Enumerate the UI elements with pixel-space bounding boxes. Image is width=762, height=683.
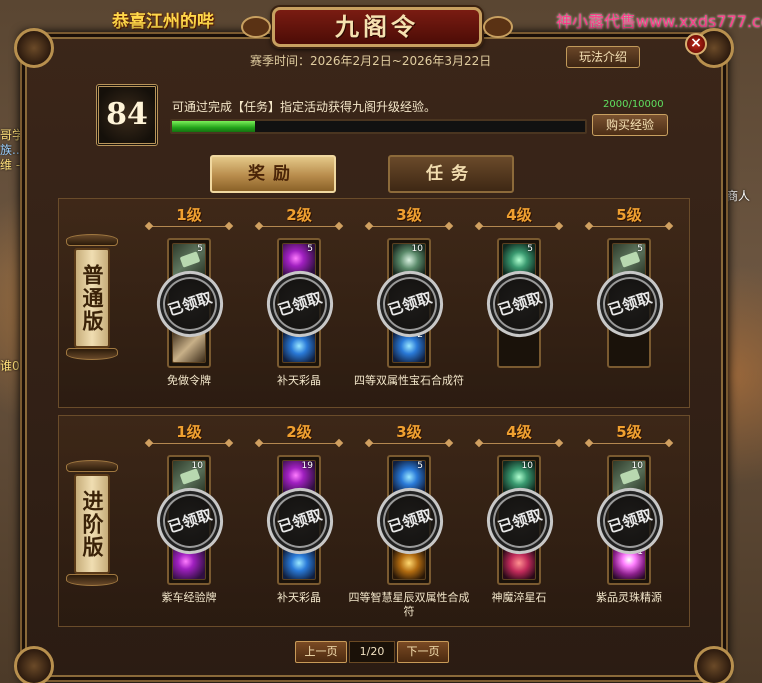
item-count: 10 xyxy=(521,461,533,471)
reward-item-stack[interactable]: 5 已领取 xyxy=(588,238,672,368)
pass-level-badge: 84 xyxy=(96,84,158,146)
prev-page-button[interactable]: 上一页 xyxy=(295,641,347,663)
reward-item-stack[interactable]: 10 已领取 xyxy=(148,455,232,585)
lantern-cap xyxy=(66,460,118,472)
season-time: 赛季时间：2026年2月2日~2026年3月22日 xyxy=(250,54,492,68)
reward-item-name: 补天彩晶 xyxy=(277,591,321,604)
level-label: 2级 xyxy=(286,206,312,224)
level-label: 3级 xyxy=(396,206,422,224)
item-count: 10 xyxy=(631,461,643,471)
reward-item-stack[interactable]: 5 已领取 xyxy=(368,455,452,585)
next-page-button[interactable]: 下一页 xyxy=(397,641,449,663)
title-ornament xyxy=(241,16,271,38)
reward-item-name: 紫车经验牌 xyxy=(161,591,217,604)
close-button[interactable]: × xyxy=(685,33,707,55)
item-count: 5 xyxy=(307,244,313,254)
reward-item-name: 紫品灵珠精源 xyxy=(596,591,662,604)
normal-tier-lantern: 普通版 xyxy=(66,234,118,364)
level-label: 2级 xyxy=(286,423,312,441)
level-label: 3级 xyxy=(396,423,422,441)
level-divider xyxy=(589,226,669,234)
tab-rewards[interactable]: 奖励 xyxy=(210,155,336,193)
level-divider xyxy=(149,226,229,234)
reward-item-stack[interactable]: 19 已领取 xyxy=(258,455,342,585)
level-label: 1级 xyxy=(176,423,202,441)
corner-ornament xyxy=(14,28,54,68)
window-title-text: 九阁令 xyxy=(335,13,419,41)
level-label: 1级 xyxy=(176,206,202,224)
reward-item-stack[interactable]: 101已领取 xyxy=(588,455,672,585)
level-divider xyxy=(149,443,229,451)
exp-progress-fill xyxy=(172,121,255,132)
tab-tasks[interactable]: 任务 xyxy=(388,155,514,193)
exp-counter: 2000/10000 xyxy=(603,99,664,110)
reward-item-name: 免做令牌 xyxy=(167,374,211,387)
reward-item-stack[interactable]: 102已领取 xyxy=(368,238,452,368)
advanced-tier-label: 进阶版 xyxy=(74,474,110,574)
reward-item-name: 四等双属性宝石合成符 xyxy=(354,374,464,387)
lantern-base xyxy=(66,574,118,586)
reward-item-name: 补天彩晶 xyxy=(277,374,321,387)
advanced-tier-lantern: 进阶版 xyxy=(66,460,118,590)
level-divider xyxy=(369,443,449,451)
title-ornament xyxy=(483,16,513,38)
rules-button[interactable]: 玩法介绍 xyxy=(566,46,640,68)
page-indicator: 1/20 xyxy=(349,641,395,663)
reward-item-name: 神魔淬星石 xyxy=(491,591,547,604)
corner-ornament xyxy=(694,646,734,683)
level-label: 5级 xyxy=(616,206,642,224)
item-count: 5 xyxy=(417,461,423,471)
watermark-text: 神小露代售www.xxds777.com xyxy=(556,12,762,31)
reward-item-stack[interactable]: 5 已领取 xyxy=(148,238,232,368)
level-divider xyxy=(369,226,449,234)
corner-ornament xyxy=(14,646,54,683)
exp-description: 可通过完成【任务】指定活动获得九阁升级经验。 xyxy=(172,100,437,114)
buy-exp-button[interactable]: 购买经验 xyxy=(592,114,668,136)
level-divider xyxy=(589,443,669,451)
item-count: 5 xyxy=(637,244,643,254)
exp-progress-bar xyxy=(170,119,587,134)
reward-item-name: 四等智慧星辰双属性合成符 xyxy=(348,591,470,618)
level-divider xyxy=(259,226,339,234)
reward-item-stack[interactable]: 5 已领取 xyxy=(478,238,562,368)
item-count: 5 xyxy=(197,244,203,254)
lantern-cap xyxy=(66,234,118,246)
level-divider xyxy=(479,443,559,451)
close-icon: × xyxy=(690,35,702,51)
level-label: 4级 xyxy=(506,423,532,441)
reward-item-stack[interactable]: 10 已领取 xyxy=(478,455,562,585)
item-count: 10 xyxy=(191,461,203,471)
level-divider xyxy=(259,443,339,451)
reward-item-stack[interactable]: 5 已领取 xyxy=(258,238,342,368)
level-divider xyxy=(479,226,559,234)
level-label: 4级 xyxy=(506,206,532,224)
normal-tier-label: 普通版 xyxy=(74,248,110,348)
item-count: 5 xyxy=(527,244,533,254)
lantern-base xyxy=(66,348,118,360)
item-count: 19 xyxy=(301,461,313,471)
item-count: 10 xyxy=(411,244,423,254)
broadcast-text: 恭喜江州的哔 xyxy=(112,12,214,31)
level-label: 5级 xyxy=(616,423,642,441)
window-title: 九阁令 xyxy=(241,7,513,47)
